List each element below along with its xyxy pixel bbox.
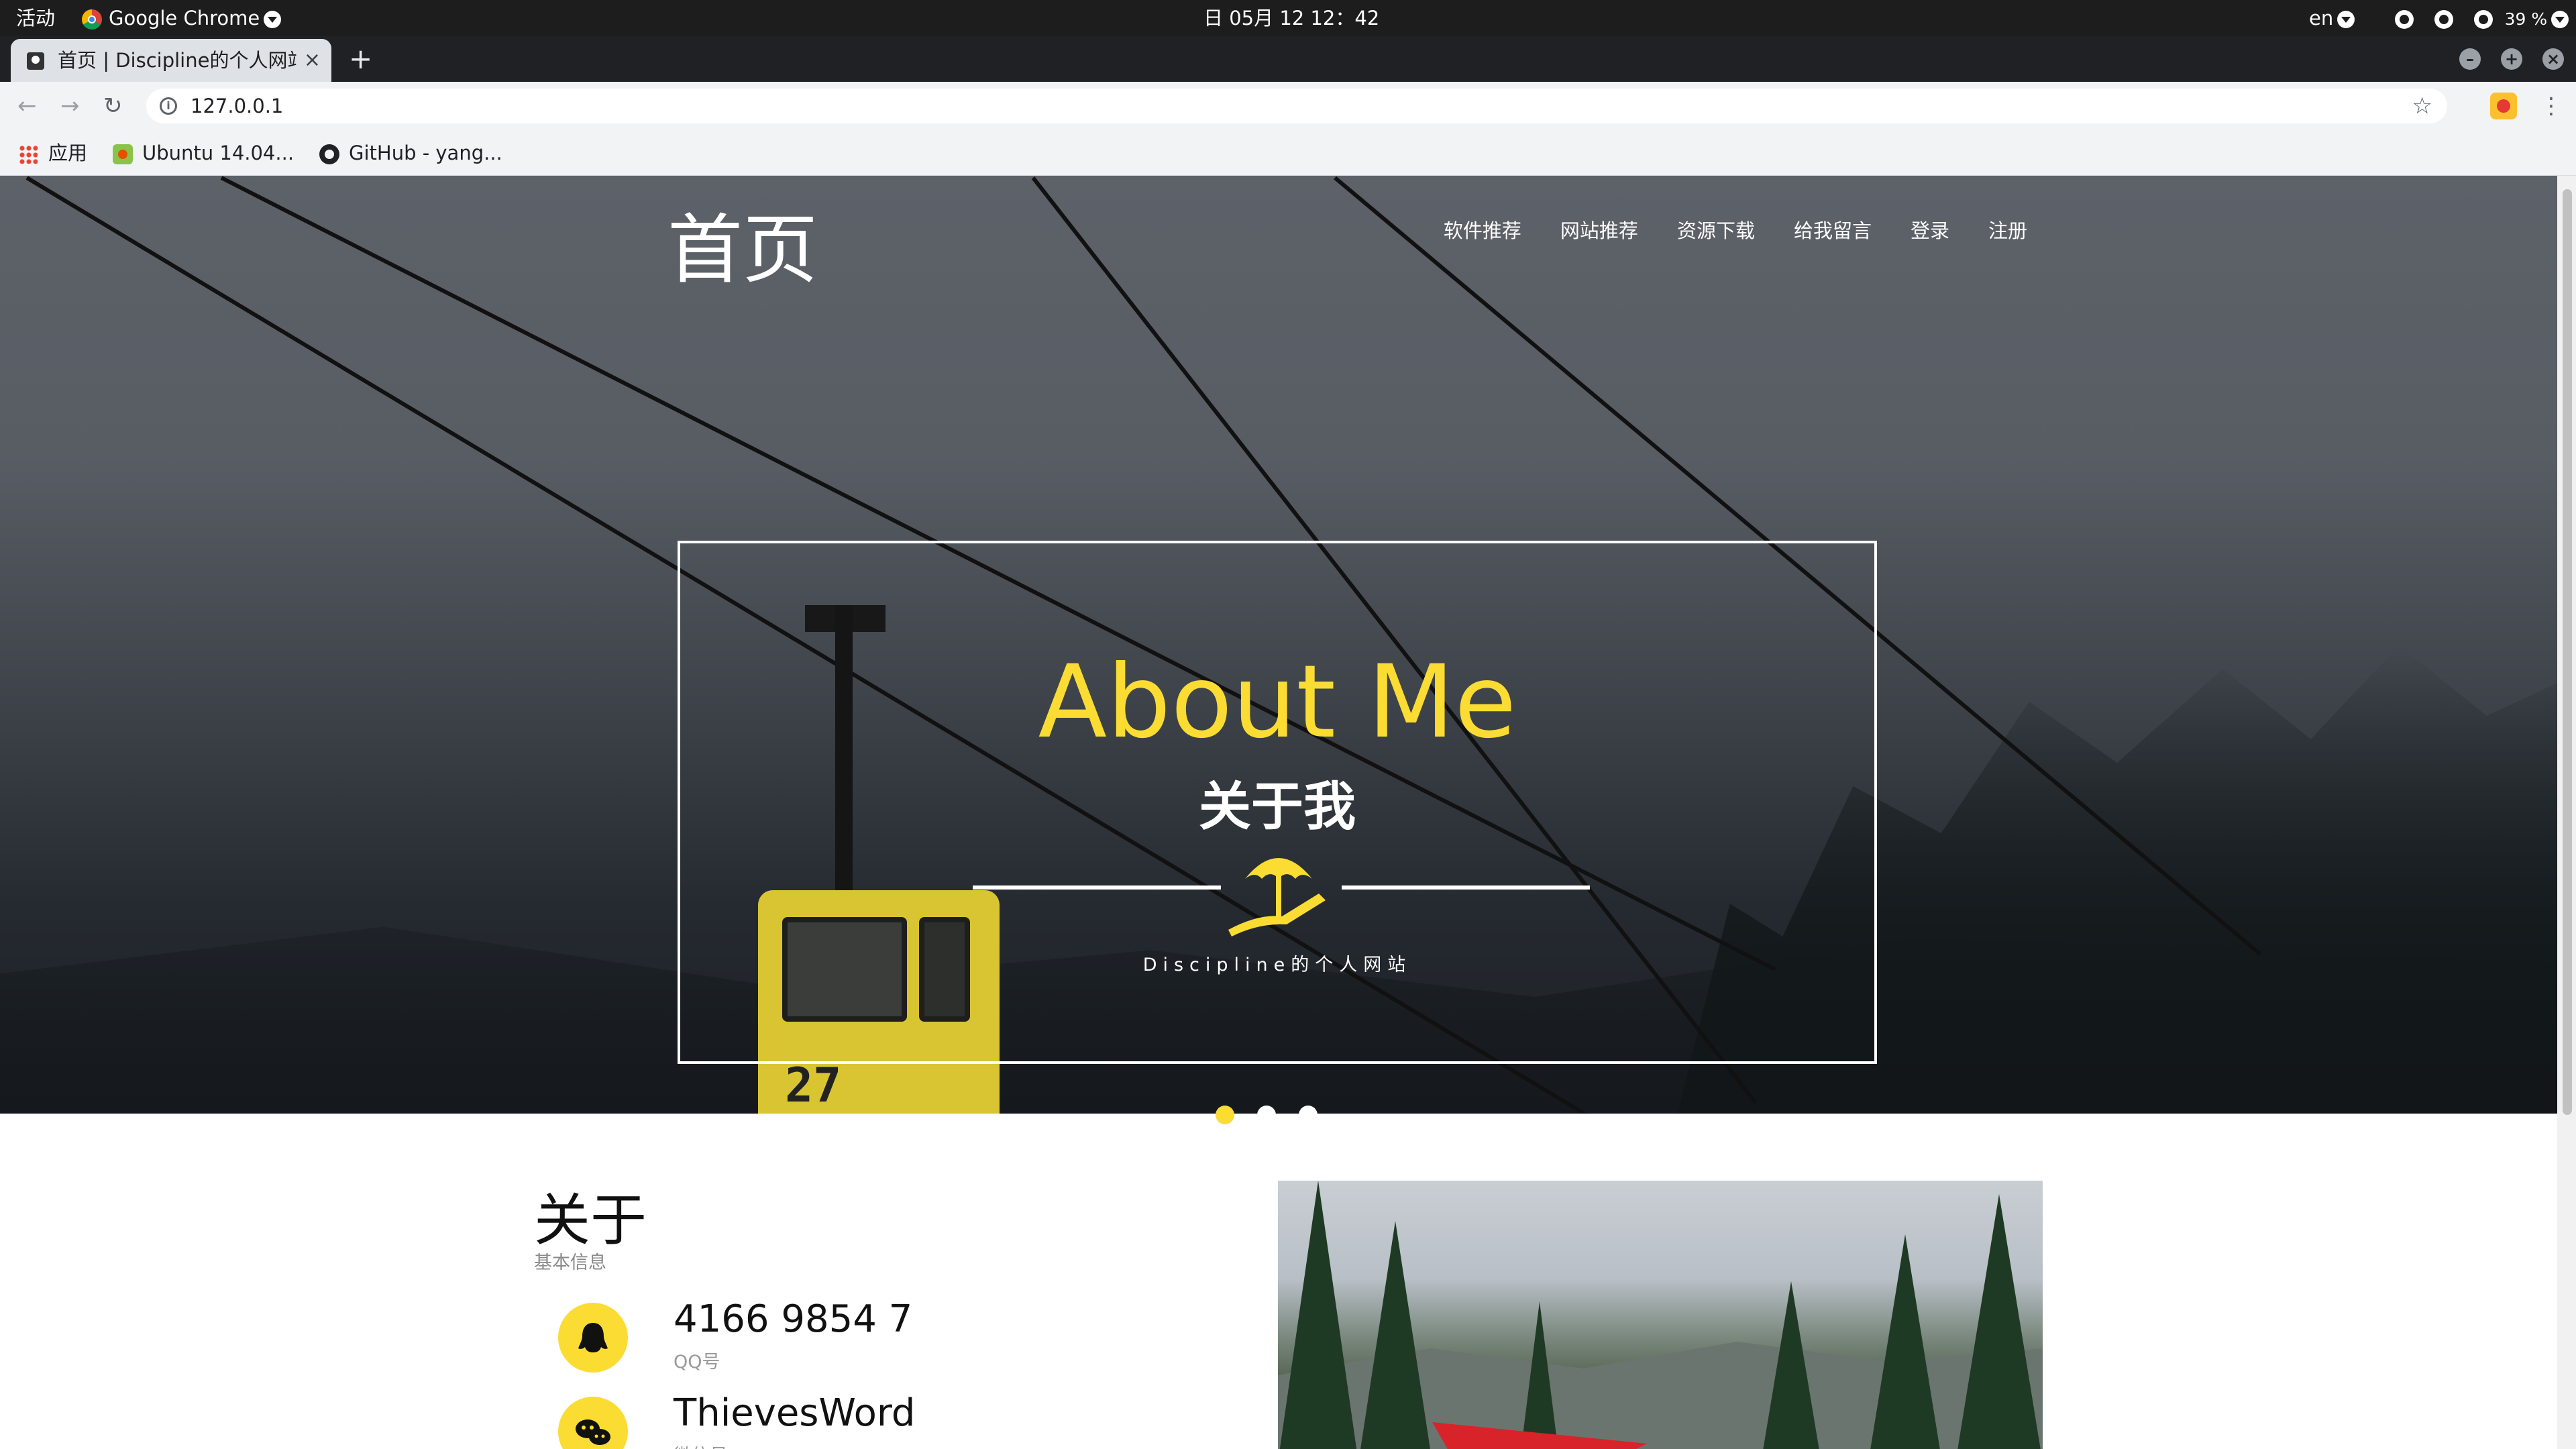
new-tab-button[interactable]: + bbox=[349, 36, 372, 82]
network-icon bbox=[2395, 10, 2414, 29]
qq-number: 4166 9854 7 bbox=[674, 1297, 913, 1341]
system-top-bar: 活动 Google Chrome 日 05月 12 12：42 en 39 % bbox=[0, 0, 2576, 36]
photo-tree bbox=[1358, 1221, 1432, 1449]
photo-tree bbox=[1278, 1181, 1358, 1449]
app-name: Google Chrome bbox=[109, 7, 260, 30]
nav-login[interactable]: 登录 bbox=[1911, 215, 1949, 244]
wechat-icon bbox=[558, 1397, 628, 1449]
nav-websites[interactable]: 网站推荐 bbox=[1560, 215, 1638, 244]
status-icons[interactable]: 39 % bbox=[2395, 0, 2569, 36]
bookmark-label: 应用 bbox=[48, 142, 88, 164]
carousel-dot-3[interactable] bbox=[1299, 1106, 1318, 1124]
close-window-icon[interactable]: × bbox=[2542, 48, 2564, 70]
chevron-down-icon bbox=[2337, 11, 2355, 28]
bookmark-label: GitHub - yang... bbox=[349, 142, 502, 164]
tab-title: 首页 | Discipline的个人网站 bbox=[58, 49, 297, 72]
about-photo bbox=[1278, 1181, 2043, 1449]
about-me-title: About Me bbox=[1038, 644, 1517, 761]
hero-carousel: 27 首页 软件推荐 网站推荐 资源下载 给我留言 登录 注册 About Me… bbox=[0, 176, 2557, 1114]
activities-button[interactable]: 活动 bbox=[16, 0, 55, 36]
photo-tree bbox=[1868, 1234, 1942, 1449]
wechat-label: 微信号 bbox=[674, 1441, 728, 1449]
nav-register[interactable]: 注册 bbox=[1988, 215, 2027, 244]
input-method-menu[interactable]: en bbox=[2309, 0, 2355, 36]
minimize-icon[interactable]: – bbox=[2459, 48, 2481, 70]
scrollbar-thumb[interactable] bbox=[2563, 189, 2572, 1115]
bookmark-ubuntu[interactable]: Ubuntu 14.04... bbox=[113, 130, 294, 176]
carousel-dot-1[interactable] bbox=[1216, 1106, 1234, 1124]
volume-icon bbox=[2434, 10, 2454, 29]
section-subtitle: 基本信息 bbox=[534, 1252, 606, 1273]
favicon-icon bbox=[27, 52, 44, 70]
tab-close-button[interactable]: × bbox=[304, 39, 321, 82]
bookmark-star-icon[interactable]: ☆ bbox=[2412, 89, 2432, 123]
github-icon bbox=[319, 144, 339, 164]
about-me-subtitle: 关于我 bbox=[1198, 777, 1356, 837]
site-info-icon[interactable]: i bbox=[160, 97, 177, 115]
back-icon[interactable]: ← bbox=[17, 82, 37, 130]
tab-active[interactable]: 首页 | Discipline的个人网站 × bbox=[11, 39, 331, 82]
bookmarks-bar: 应用 Ubuntu 14.04... GitHub - yang... bbox=[0, 130, 2576, 176]
photo-tree bbox=[1955, 1194, 2043, 1449]
battery-icon bbox=[2474, 10, 2493, 29]
qq-icon bbox=[558, 1303, 628, 1373]
url-text[interactable]: 127.0.0.1 bbox=[191, 89, 283, 123]
beach-umbrella-icon bbox=[1228, 858, 1326, 936]
forward-icon[interactable]: → bbox=[60, 82, 80, 130]
divider-line-left bbox=[973, 885, 1221, 890]
carousel-indicators bbox=[1216, 1106, 1340, 1126]
divider-line-right bbox=[1342, 885, 1590, 890]
section-title: 关于 bbox=[534, 1187, 647, 1253]
address-bar[interactable]: i 127.0.0.1 ☆ bbox=[146, 89, 2447, 123]
gondola-number: 27 bbox=[785, 1058, 842, 1113]
nav-downloads[interactable]: 资源下载 bbox=[1677, 215, 1755, 244]
browser-toolbar: ← → ↻ i 127.0.0.1 ☆ ⋮ bbox=[0, 82, 2576, 130]
nav-software[interactable]: 软件推荐 bbox=[1444, 215, 1521, 244]
carousel-dot-2[interactable] bbox=[1257, 1106, 1276, 1124]
battery-percent: 39 % bbox=[2504, 9, 2548, 29]
bookmark-label: Ubuntu 14.04... bbox=[142, 142, 294, 164]
site-tagline: Discipline的个人网站 bbox=[1142, 955, 1412, 975]
about-me-banner: About Me 关于我 Discipline的个人网站 bbox=[678, 541, 1877, 1064]
nav-guestbook[interactable]: 给我留言 bbox=[1794, 215, 1872, 244]
extension-icon[interactable] bbox=[2490, 93, 2517, 119]
browser-menu-icon[interactable]: ⋮ bbox=[2540, 82, 2563, 130]
apps-grid-icon bbox=[19, 145, 38, 164]
page-viewport: 27 首页 软件推荐 网站推荐 资源下载 给我留言 登录 注册 About Me… bbox=[0, 176, 2576, 1449]
chrome-icon bbox=[82, 9, 102, 30]
site-brand-link[interactable]: 首页 bbox=[667, 189, 818, 298]
chevron-down-icon bbox=[264, 11, 282, 28]
clock[interactable]: 日 05月 12 12：42 bbox=[1203, 0, 1379, 36]
main-nav: 软件推荐 网站推荐 资源下载 给我留言 登录 注册 bbox=[1405, 176, 2027, 283]
tab-strip: 首页 | Discipline的个人网站 × + – + × bbox=[0, 36, 2576, 82]
bookmark-apps[interactable]: 应用 bbox=[19, 130, 87, 176]
app-menu[interactable]: Google Chrome bbox=[82, 0, 282, 36]
wechat-id: ThievesWord bbox=[674, 1391, 916, 1435]
maximize-icon[interactable]: + bbox=[2501, 48, 2522, 70]
input-method-label: en bbox=[2309, 7, 2334, 30]
reload-icon[interactable]: ↻ bbox=[103, 82, 123, 130]
page-scrollbar[interactable] bbox=[2557, 176, 2576, 1449]
qq-label: QQ号 bbox=[674, 1352, 720, 1373]
chevron-down-icon bbox=[2551, 11, 2569, 28]
bookmark-github[interactable]: GitHub - yang... bbox=[319, 130, 502, 176]
ubuntu-site-icon bbox=[113, 144, 133, 164]
